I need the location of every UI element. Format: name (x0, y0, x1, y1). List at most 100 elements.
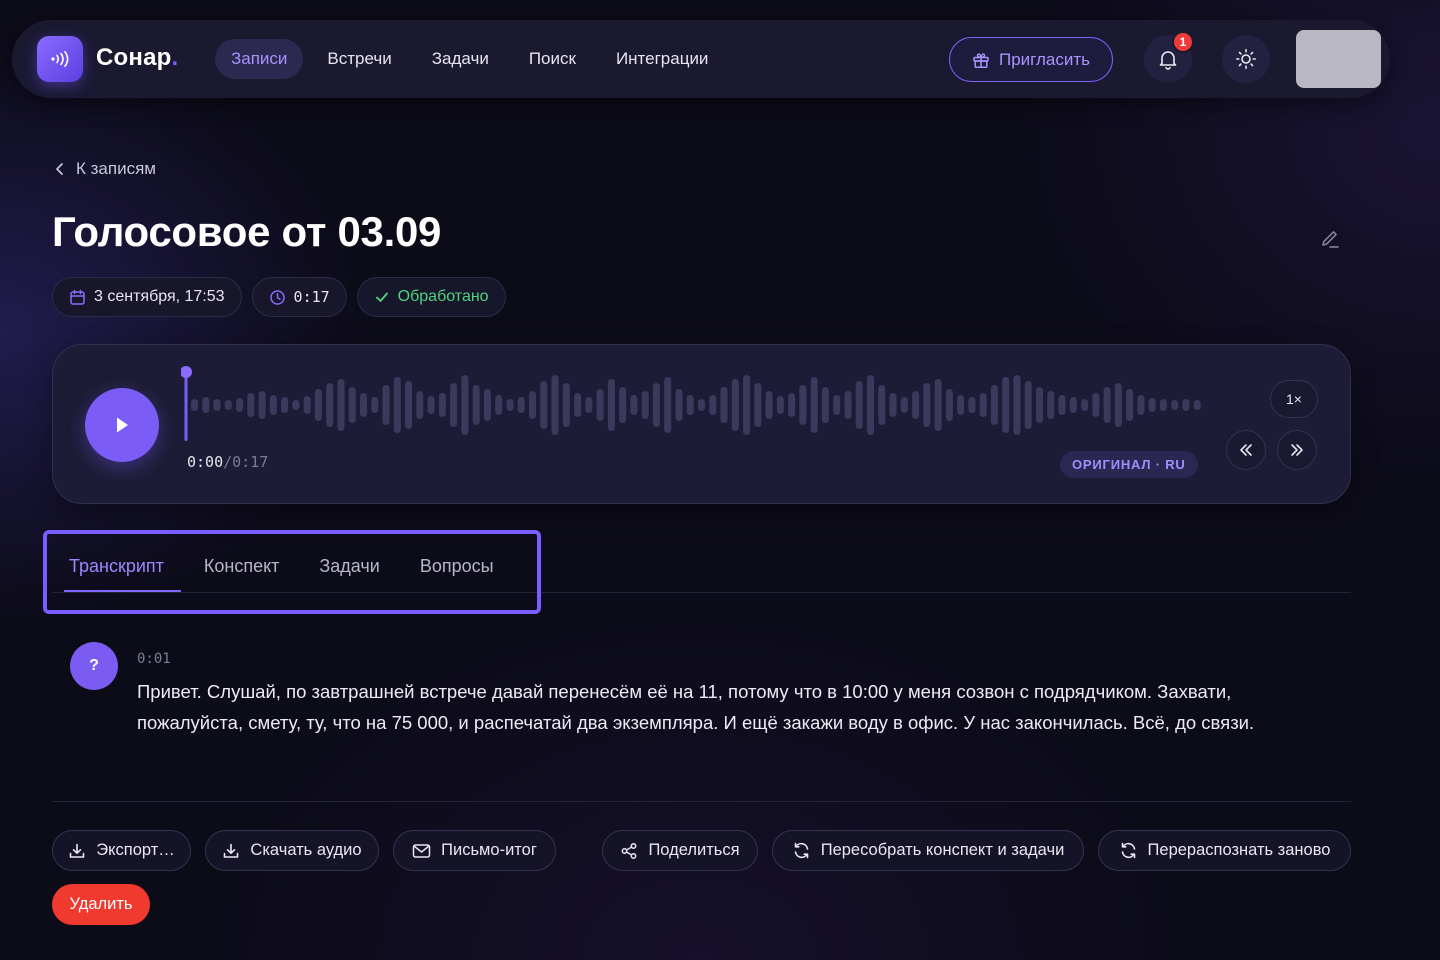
app-name[interactable]: Сонар. (96, 44, 178, 72)
logo-icon[interactable] (37, 36, 83, 82)
waveform-bar (348, 387, 356, 423)
waveform-bar (382, 385, 390, 425)
nav-item-integrations[interactable]: Интеграции (600, 39, 725, 79)
user-avatar[interactable] (1296, 30, 1381, 88)
playhead-handle[interactable] (181, 366, 192, 378)
back-link-label: К записям (76, 159, 156, 178)
check-icon (375, 292, 388, 302)
waveform-bar (990, 385, 998, 425)
waveform-bar (585, 397, 593, 413)
invite-button[interactable]: Пригласить (949, 37, 1113, 82)
waveform-bar (957, 395, 965, 415)
export-button[interactable]: Экспорт… (52, 830, 191, 871)
delete-button[interactable]: Удалить (52, 884, 150, 925)
waveform-scrubber[interactable] (181, 365, 1241, 449)
waveform-bar (540, 381, 548, 429)
waveform-bar (202, 397, 210, 413)
speaker-avatar[interactable]: ? (70, 642, 118, 690)
waveform-bar (923, 383, 931, 427)
chevrons-left-icon (1240, 444, 1252, 456)
waveform-bar (574, 393, 582, 417)
status-badge: Обработано (356, 277, 506, 317)
waveform-bar (427, 396, 435, 414)
summary-email-button[interactable]: Письмо-итог (393, 830, 556, 871)
waveform-bar (934, 379, 942, 431)
waveform-bar (1058, 395, 1066, 415)
current-time: 0:00 (187, 453, 224, 471)
date-chip: 3 сентября, 17:53 (52, 277, 242, 317)
waveform-bar (213, 399, 221, 411)
waveform-bar (720, 387, 728, 423)
waveform-bar (224, 400, 232, 410)
audio-player: 0:00/0:17 ОРИГИНАЛ · RU 1× (52, 344, 1351, 504)
waveform-bar (731, 379, 739, 431)
waveform-bar (855, 381, 863, 429)
waveform-bar (371, 397, 379, 413)
waveform-bar (776, 396, 784, 414)
waveform-bar (765, 391, 773, 419)
language-badge[interactable]: ОРИГИНАЛ · RU (1060, 451, 1198, 478)
playback-speed-button[interactable]: 1× (1270, 380, 1318, 418)
segment-timestamp[interactable]: 0:01 (137, 651, 171, 667)
waveform-bar (337, 379, 345, 431)
rewind-button[interactable] (1226, 430, 1266, 470)
waveform-bar (675, 389, 683, 421)
nav-item-recordings[interactable]: Записи (215, 39, 304, 79)
share-icon (621, 842, 637, 859)
waveform-bar (303, 396, 311, 414)
nav-item-tasks[interactable]: Задачи (416, 39, 505, 79)
waveform-bar (979, 393, 987, 417)
notifications-button[interactable]: 1 (1144, 31, 1194, 83)
waveform-bar (686, 395, 694, 415)
waveform-bar (1148, 398, 1156, 412)
waveform-bar (709, 395, 717, 415)
share-button[interactable]: Поделиться (602, 830, 758, 871)
waveform-bar (630, 395, 638, 415)
waveform-bar (1103, 387, 1111, 423)
rerecognize-button[interactable]: Перераспознать заново (1098, 830, 1351, 871)
waveform-bar (743, 375, 751, 435)
download-icon (69, 843, 85, 858)
waveform-bar (450, 383, 458, 427)
status-label: Обработано (397, 288, 489, 305)
waveform-bar (844, 391, 852, 419)
top-navbar: Сонар. Записи Встречи Задачи Поиск Интег… (12, 20, 1390, 98)
rebuild-summary-button[interactable]: Пересобрать конспект и задачи (772, 830, 1084, 871)
waveform-bar (495, 395, 503, 415)
waveform-bar (506, 399, 514, 411)
duration-label: 0:17 (293, 288, 330, 306)
waveform-bar (236, 398, 244, 412)
back-to-recordings-link[interactable]: К записям (54, 159, 156, 179)
waveform-bar (393, 377, 401, 433)
nav-item-search[interactable]: Поиск (513, 39, 592, 79)
waveform-bar (788, 393, 796, 417)
waveform-bar (269, 395, 277, 415)
segment-text: Привет. Слушай, по завтрашней встрече да… (137, 681, 1255, 733)
waveform-bar (191, 399, 198, 411)
waveform-bar (833, 395, 841, 415)
refresh-icon (1121, 842, 1135, 859)
waveform-bar (799, 385, 807, 425)
download-audio-button[interactable]: Скачать аудио (205, 830, 379, 871)
edit-title-button[interactable] (1319, 228, 1341, 250)
waveform-bar (652, 383, 660, 427)
waveform-bar (258, 391, 266, 419)
download-icon (224, 843, 239, 858)
waveform-bar (945, 389, 953, 421)
record-meta: 3 сентября, 17:53 0:17 Обработано (52, 277, 506, 317)
rebuild-summary-label: Пересобрать конспект и задачи (820, 841, 1065, 859)
waveform-bar (562, 383, 570, 427)
download-audio-label: Скачать аудио (250, 841, 362, 859)
play-icon (117, 417, 128, 433)
theme-toggle-button[interactable] (1222, 35, 1270, 83)
play-button[interactable] (85, 388, 159, 462)
waveform-bar (1024, 381, 1032, 429)
sun-icon (1235, 48, 1257, 70)
calendar-icon (70, 289, 85, 305)
nav-item-meetings[interactable]: Встречи (311, 39, 407, 79)
waveform-bar (889, 393, 897, 417)
waveform-bar (878, 385, 886, 425)
page-title: Голосовое от 03.09 (52, 208, 442, 255)
forward-button[interactable] (1277, 430, 1317, 470)
waveform-bar (472, 385, 480, 425)
